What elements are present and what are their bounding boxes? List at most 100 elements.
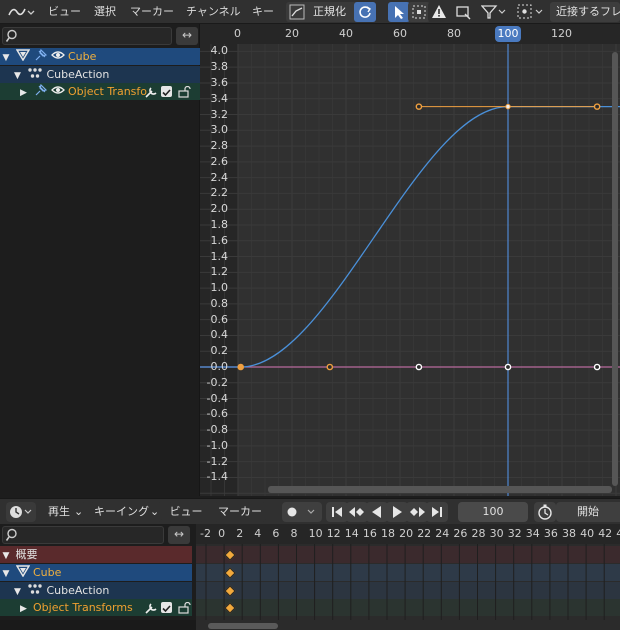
- next-keyframe-button[interactable]: [406, 502, 428, 522]
- timeline-header: 再生 ⌄ キーイング ⌄ ビュー マーカー 100 開始: [0, 498, 620, 524]
- swap-icon[interactable]: ↔: [176, 27, 198, 45]
- keyframe-point-end: [505, 103, 511, 110]
- snap-mode-label: 近接するフレ: [556, 5, 620, 18]
- expand-icon[interactable]: ▼: [12, 584, 24, 599]
- menu-marker[interactable]: マーカー: [130, 0, 174, 24]
- menu-marker-timeline[interactable]: マーカー: [214, 502, 266, 522]
- snap-mode-dropdown[interactable]: 近接するフレ: [550, 2, 620, 22]
- channel-label-cube: Cube: [68, 50, 97, 63]
- channel-row-object[interactable]: ▼ Cube: [0, 48, 200, 65]
- y-tick-label: 0.8: [210, 296, 229, 310]
- object-type-icon: [15, 565, 30, 578]
- y-tick-label: -0.4: [206, 391, 228, 405]
- lock-open-icon[interactable]: [178, 86, 192, 98]
- keyframe-handle-point: [504, 363, 512, 371]
- editor-type-button[interactable]: [6, 502, 36, 522]
- keyframe-handle-point: [415, 363, 423, 371]
- visibility-eye-icon[interactable]: [50, 84, 65, 96]
- channel-search-input[interactable]: [2, 27, 172, 45]
- y-tick-label: 1.8: [210, 217, 229, 231]
- visibility-eye-icon[interactable]: [50, 49, 65, 61]
- modifier-wrench-icon[interactable]: [144, 602, 158, 614]
- normalize-refresh-button[interactable]: [354, 2, 376, 22]
- y-tick-label: 0.4: [210, 328, 229, 342]
- dopesheet-row-action[interactable]: ▼ CubeAction: [0, 582, 192, 599]
- checkmark-icon: [162, 605, 171, 613]
- box-select-button[interactable]: [408, 2, 430, 22]
- dopesheet-scrollbar[interactable]: [208, 623, 278, 629]
- preview-range-button[interactable]: [534, 502, 556, 522]
- object-label: Cube: [33, 566, 62, 579]
- expand-icon[interactable]: ▼: [0, 566, 12, 581]
- start-frame-field[interactable]: 開始: [556, 502, 620, 522]
- expand-icon[interactable]: ▼: [12, 68, 24, 83]
- dopesheet-row-group[interactable]: ▶ Object Transforms: [0, 599, 192, 616]
- mute-checkbox[interactable]: [161, 602, 172, 613]
- swap-icon[interactable]: ↔: [168, 526, 190, 544]
- jump-to-start-button[interactable]: [326, 502, 348, 522]
- channel-row-group[interactable]: ▶ Object Transfor: [0, 83, 200, 100]
- y-tick-label: 3.8: [210, 60, 229, 74]
- y-tick-label: 0.6: [210, 312, 229, 326]
- keyframe-handle-point: [593, 363, 601, 371]
- y-tick-label: 0.2: [210, 344, 229, 358]
- current-frame-indicator[interactable]: 100: [495, 26, 521, 42]
- frame-ruler[interactable]: 0 20 40 60 80 100 120: [200, 24, 620, 44]
- y-tick-label: 2.0: [210, 202, 229, 216]
- current-frame-field[interactable]: 100: [458, 502, 528, 522]
- y-tick-label: 2.2: [210, 186, 229, 200]
- filter-dropdown[interactable]: [478, 2, 508, 22]
- collapse-icon[interactable]: ▶: [18, 85, 30, 100]
- playback-label: 再生: [48, 505, 70, 518]
- graph-canvas[interactable]: [200, 24, 620, 496]
- dopesheet-row-object[interactable]: ▼ Cube: [0, 564, 192, 581]
- keying-menu[interactable]: キーイング ⌄: [90, 502, 162, 522]
- menu-view-timeline[interactable]: ビュー: [168, 502, 204, 522]
- handle-point-right: [593, 103, 601, 110]
- show-handles-button[interactable]: [452, 2, 474, 22]
- y-tick-label: 1.6: [210, 233, 229, 247]
- play-button[interactable]: [386, 502, 408, 522]
- auto-keying-dropdown[interactable]: [282, 502, 322, 522]
- horizontal-scrollbar[interactable]: [268, 486, 612, 493]
- menu-view[interactable]: ビュー: [48, 0, 81, 24]
- collapse-icon[interactable]: ▶: [18, 601, 30, 616]
- pin-icon[interactable]: [33, 83, 48, 96]
- menu-select[interactable]: 選択: [94, 0, 116, 24]
- channel-label-group: Object Transfor: [68, 85, 148, 98]
- pin-icon[interactable]: [33, 48, 48, 61]
- vertical-scrollbar[interactable]: [612, 52, 618, 486]
- prev-keyframe-button[interactable]: [346, 502, 368, 522]
- lock-open-icon[interactable]: [178, 602, 192, 614]
- pivot-dropdown[interactable]: [514, 2, 546, 22]
- dopesheet-search-input[interactable]: [2, 526, 164, 544]
- warning-button[interactable]: [428, 2, 450, 22]
- keying-label: キーイング: [94, 505, 149, 518]
- select-tool-button[interactable]: [388, 2, 410, 22]
- keyframe-handle-point: [326, 363, 334, 371]
- editor-type-icon[interactable]: [6, 0, 36, 24]
- mute-checkbox[interactable]: [161, 86, 172, 97]
- y-tick-label: -1.2: [206, 454, 228, 468]
- expand-icon[interactable]: ▼: [0, 50, 12, 65]
- channel-row-action[interactable]: ▼ CubeAction: [0, 66, 200, 83]
- play-reverse-button[interactable]: [366, 502, 388, 522]
- dopesheet-row-summary[interactable]: ▼ 概要: [0, 546, 192, 563]
- start-frame-label: 開始: [577, 505, 599, 518]
- x-tick-label: 40: [339, 27, 353, 40]
- y-tick-label: 2.8: [210, 139, 229, 153]
- search-icon: [6, 29, 17, 42]
- jump-to-end-button[interactable]: [426, 502, 448, 522]
- y-tick-label: -1.4: [206, 470, 228, 484]
- menu-key[interactable]: キー: [252, 0, 274, 24]
- y-tick-label: -0.6: [206, 407, 228, 421]
- action-icon: [28, 68, 42, 78]
- playback-menu[interactable]: 再生 ⌄: [44, 502, 86, 522]
- modifier-wrench-icon[interactable]: [144, 86, 158, 98]
- dopesheet-canvas[interactable]: -2 0 2 4 6 8 10 12 14 16 18 20 22 24 26 28 30 32 34 36 38 40 4…: [196, 524, 620, 630]
- menu-channel[interactable]: チャンネル: [186, 0, 241, 24]
- object-type-icon: [15, 49, 30, 62]
- stopwatch-icon: [538, 504, 552, 520]
- expand-icon[interactable]: ▼: [0, 548, 12, 563]
- refresh-icon: [359, 6, 371, 18]
